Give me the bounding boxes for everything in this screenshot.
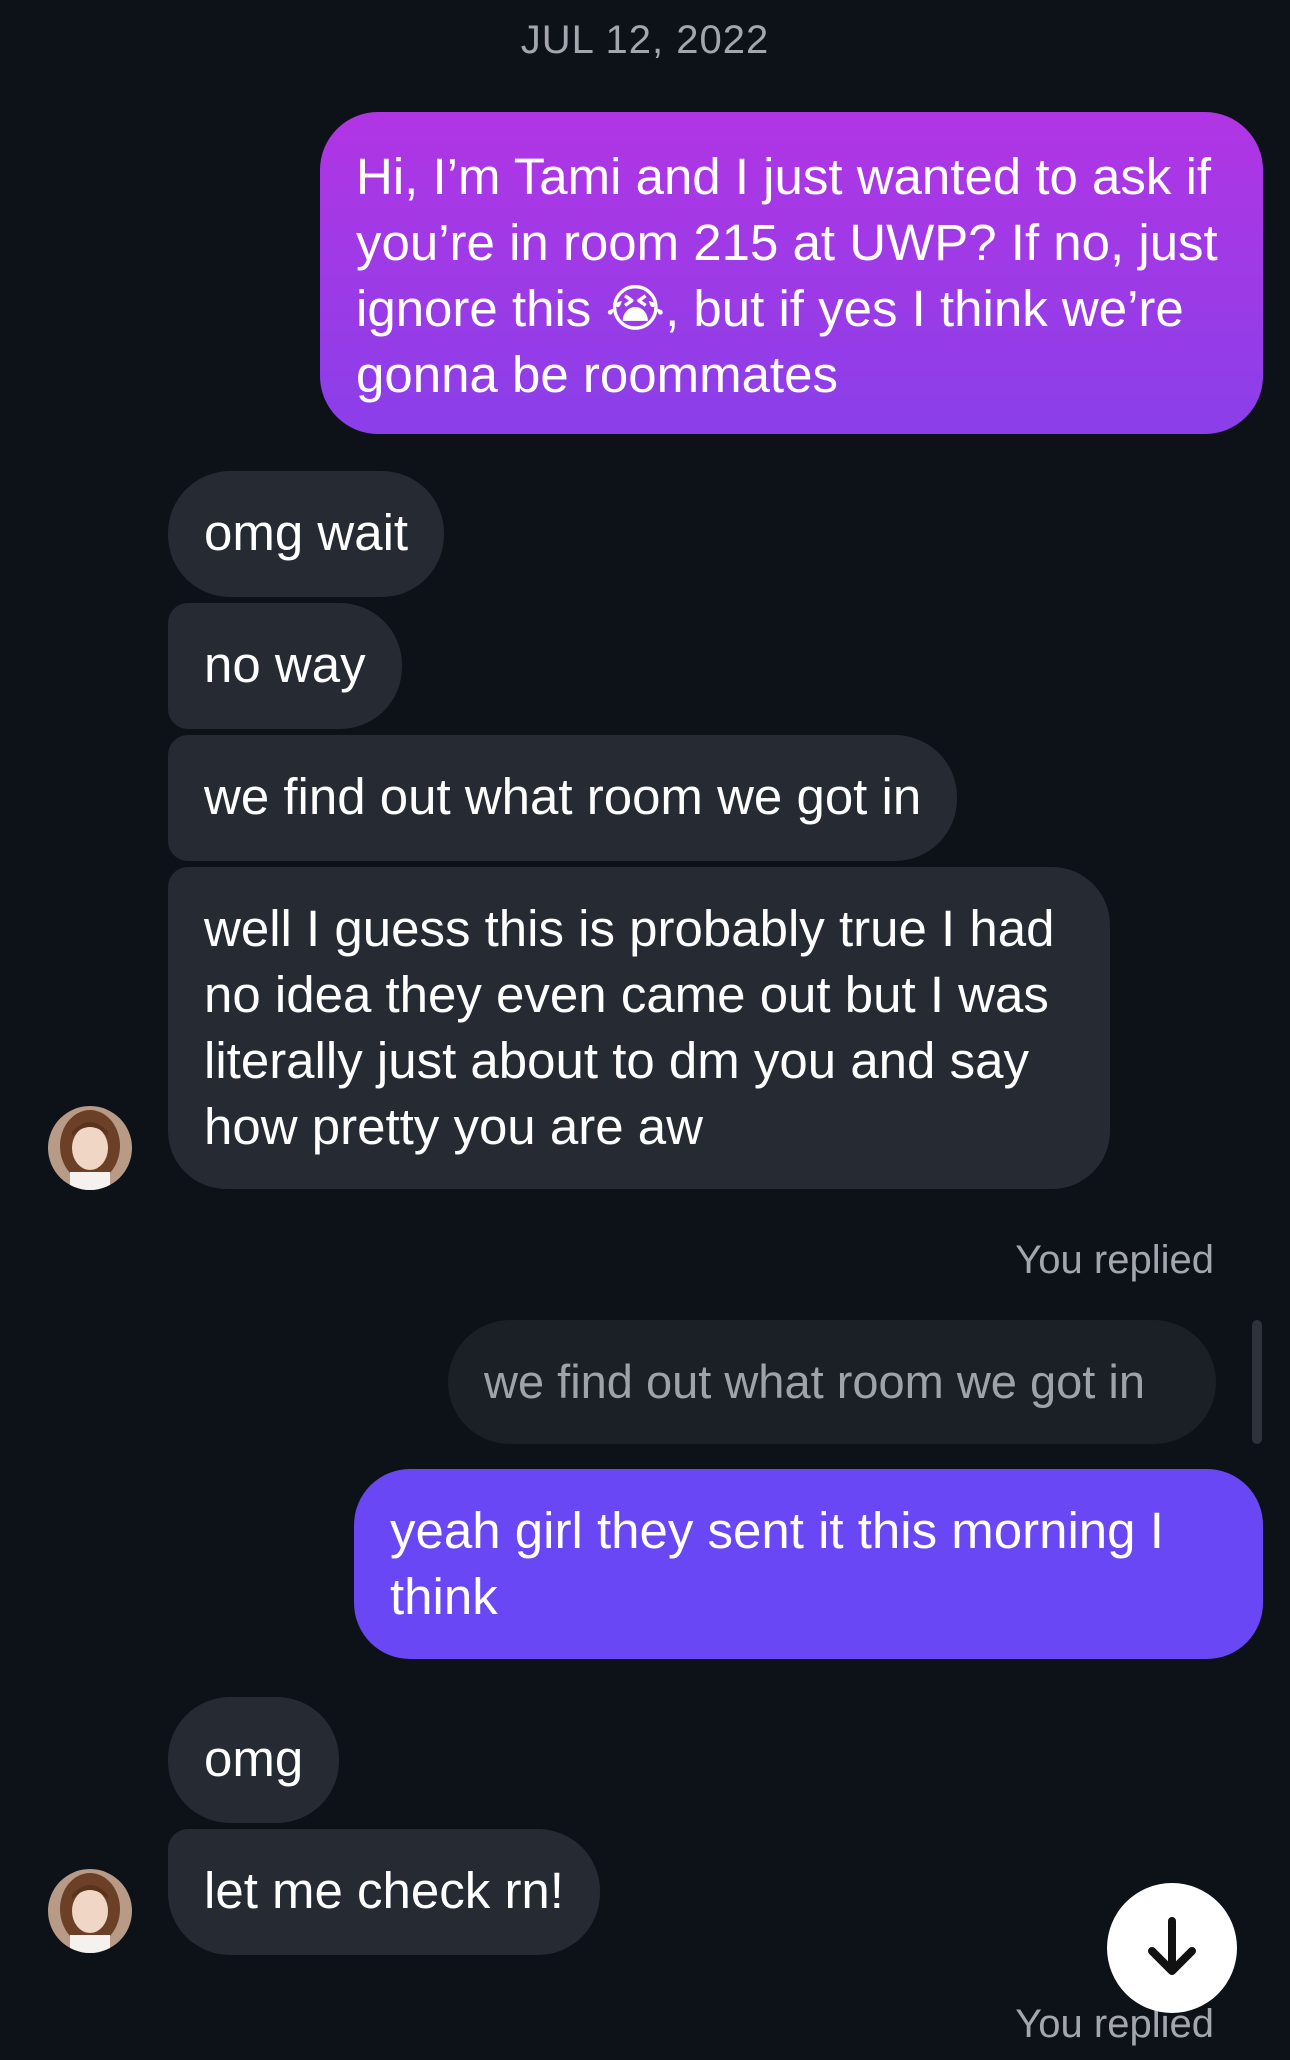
message-bubble-incoming[interactable]: no way <box>168 603 402 729</box>
avatar-image <box>48 1869 132 1953</box>
message-bubble-incoming[interactable]: let me check rn! <box>168 1829 600 1955</box>
quote-indicator-bar <box>1252 1320 1262 1444</box>
message-bubble-incoming[interactable]: we find out what room we got in <box>168 735 958 861</box>
message-bubble-outgoing[interactable]: Hi, I’m Tami and I just wanted to ask if… <box>320 112 1263 434</box>
message-bubble-outgoing[interactable]: yeah girl they sent it this morning I th… <box>354 1469 1263 1659</box>
scroll-to-bottom-button[interactable] <box>1107 1883 1237 2013</box>
contact-avatar[interactable] <box>48 1869 132 1953</box>
contact-avatar[interactable] <box>48 1106 132 1190</box>
quoted-message[interactable]: we find out what room we got in <box>448 1320 1216 1444</box>
reply-label: You replied <box>1015 1238 1214 1282</box>
arrow-down-icon <box>1148 1917 1196 1975</box>
message-bubble-incoming[interactable]: well I guess this is probably true I had… <box>168 867 1110 1189</box>
message-bubble-incoming[interactable]: omg <box>168 1697 340 1823</box>
message-bubble-incoming[interactable]: omg wait <box>168 471 445 597</box>
avatar-image <box>48 1106 132 1190</box>
date-header: JUL 12, 2022 <box>520 18 770 62</box>
